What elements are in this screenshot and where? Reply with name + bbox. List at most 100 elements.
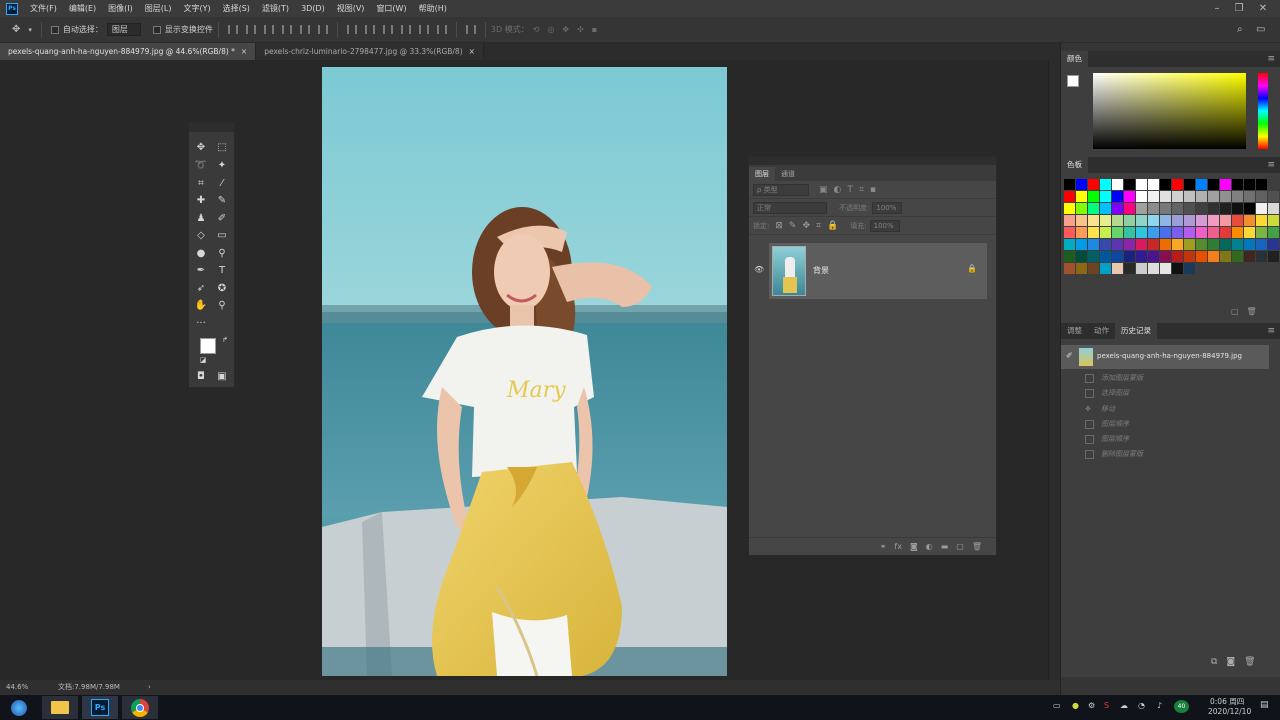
color-swatch[interactable] [1064, 191, 1075, 202]
align-right-icon[interactable] [317, 25, 328, 34]
panel-menu-icon[interactable]: ≡ [1267, 157, 1275, 173]
color-swatch[interactable] [1208, 251, 1219, 262]
tab-color[interactable]: 颜色 [1061, 51, 1088, 67]
color-swatch[interactable] [1148, 179, 1159, 190]
crop-tool-icon[interactable]: ⌗ [193, 177, 209, 191]
tool-preset-chevron-icon[interactable]: ▾ [28, 26, 32, 34]
color-swatch[interactable] [1136, 251, 1147, 262]
color-swatch[interactable] [1124, 191, 1135, 202]
panel-menu-icon[interactable]: ≡ [1267, 51, 1275, 67]
history-state[interactable]: 图层顺序 [1061, 432, 1280, 447]
taskbar-date[interactable]: 2020/12/10 [1208, 707, 1251, 716]
menu-edit[interactable]: 编辑(E) [63, 0, 102, 17]
hue-slider[interactable] [1258, 73, 1268, 149]
color-swatch[interactable] [1088, 191, 1099, 202]
color-swatch[interactable] [1088, 215, 1099, 226]
eyedropper-tool-icon[interactable]: ⁄ [214, 177, 230, 191]
tab-document-2[interactable]: pexels-chriz-luminario-2798477.jpg @ 33.… [256, 43, 484, 60]
auto-select-checkbox[interactable] [50, 25, 59, 34]
color-swatch[interactable] [1232, 227, 1243, 238]
color-swatch[interactable] [1268, 203, 1279, 214]
shape-tool-icon[interactable]: ✪ [214, 282, 230, 296]
color-swatch[interactable] [1256, 227, 1267, 238]
color-swatch[interactable] [1184, 239, 1195, 250]
align-bottom-icon[interactable] [263, 25, 274, 34]
color-foreground-swatch[interactable] [1067, 75, 1079, 87]
menu-file[interactable]: 文件(F) [24, 0, 63, 17]
new-layer-icon[interactable]: ▢ [956, 542, 964, 551]
distribute-bottom-icon[interactable] [382, 25, 393, 34]
color-swatch[interactable] [1112, 227, 1123, 238]
hand-tool-icon[interactable]: ✋ [193, 299, 209, 313]
distribute-left-icon[interactable] [400, 25, 411, 34]
color-swatch[interactable] [1088, 227, 1099, 238]
color-swatch[interactable] [1232, 239, 1243, 250]
adjustment-layer-icon[interactable]: ◐ [926, 542, 933, 551]
color-swatch[interactable] [1100, 263, 1111, 274]
color-swatch[interactable] [1148, 191, 1159, 202]
minimize-icon[interactable]: – [1206, 0, 1228, 17]
color-swatch[interactable] [1064, 239, 1075, 250]
tray-app-icon[interactable]: ● [1072, 701, 1079, 710]
blend-mode-dropdown[interactable]: 正常 [753, 201, 827, 214]
color-swatch[interactable] [1136, 227, 1147, 238]
more-tools-icon[interactable]: ··· [193, 317, 209, 331]
tab-layers[interactable]: 图层 [749, 167, 775, 181]
path-selection-tool-icon[interactable]: ➶ [193, 282, 209, 296]
layer-row-background[interactable]: 背景 🔒 [769, 243, 987, 299]
screen-mode-icon[interactable]: ▣ [214, 370, 230, 384]
color-swatch[interactable] [1088, 263, 1099, 274]
color-swatch[interactable] [1244, 191, 1255, 202]
color-swatch[interactable] [1064, 227, 1075, 238]
color-swatch[interactable] [1256, 239, 1267, 250]
color-swatch[interactable] [1076, 239, 1087, 250]
color-swatch[interactable] [1160, 263, 1171, 274]
color-field[interactable] [1093, 73, 1246, 149]
color-swatch[interactable] [1256, 191, 1267, 202]
zoom-level[interactable]: 44.6% [6, 680, 28, 695]
color-swatch[interactable] [1148, 263, 1159, 274]
dodge-tool-icon[interactable]: ⚲ [214, 247, 230, 261]
color-swatch[interactable] [1232, 203, 1243, 214]
volume-icon[interactable]: ♪ [1157, 701, 1162, 710]
color-swatch[interactable] [1136, 215, 1147, 226]
color-swatch[interactable] [1112, 239, 1123, 250]
align-top-icon[interactable] [227, 25, 238, 34]
color-swatch[interactable] [1076, 179, 1087, 190]
3d-rotate-icon[interactable]: ⟲ [533, 25, 540, 34]
start-button[interactable] [2, 696, 36, 719]
auto-align-icon[interactable] [465, 25, 476, 34]
lasso-tool-icon[interactable]: ➰ [193, 159, 209, 173]
color-swatch[interactable] [1208, 191, 1219, 202]
quick-mask-icon[interactable]: ◘ [193, 370, 209, 384]
color-swatch[interactable] [1076, 191, 1087, 202]
lock-icons[interactable]: ⊠✎✥⌗🔒 [775, 221, 844, 231]
tab-swatches[interactable]: 色板 [1061, 157, 1088, 173]
color-swatch[interactable] [1088, 179, 1099, 190]
color-swatch[interactable] [1256, 179, 1267, 190]
color-swatch[interactable] [1244, 179, 1255, 190]
network-badge[interactable]: 40 [1174, 700, 1189, 713]
fill-input[interactable]: 100% [869, 219, 900, 232]
history-state[interactable]: ✥ 移动 [1061, 402, 1280, 417]
color-swatch[interactable] [1172, 239, 1183, 250]
new-group-icon[interactable]: ▬ [941, 542, 949, 551]
distribute-hcenter-icon[interactable] [418, 25, 429, 34]
color-swatch[interactable] [1148, 251, 1159, 262]
color-swatch[interactable] [1172, 203, 1183, 214]
eraser-tool-icon[interactable]: ◇ [193, 229, 209, 243]
color-swatch[interactable] [1268, 239, 1279, 250]
align-vcenter-icon[interactable] [245, 25, 256, 34]
3d-slide-icon[interactable]: ✣ [577, 25, 584, 34]
gradient-tool-icon[interactable]: ▭ [214, 229, 230, 243]
color-swatch[interactable] [1148, 227, 1159, 238]
color-swatch[interactable] [1076, 203, 1087, 214]
search-icon[interactable]: ⌕ [1237, 24, 1243, 35]
color-swatch[interactable] [1124, 251, 1135, 262]
color-swatch[interactable] [1100, 239, 1111, 250]
color-swatch[interactable] [1184, 251, 1195, 262]
color-swatch[interactable] [1184, 179, 1195, 190]
3d-scale-icon[interactable]: ▪ [592, 25, 597, 34]
color-swatch[interactable] [1244, 215, 1255, 226]
tab-channels[interactable]: 通道 [775, 167, 801, 181]
